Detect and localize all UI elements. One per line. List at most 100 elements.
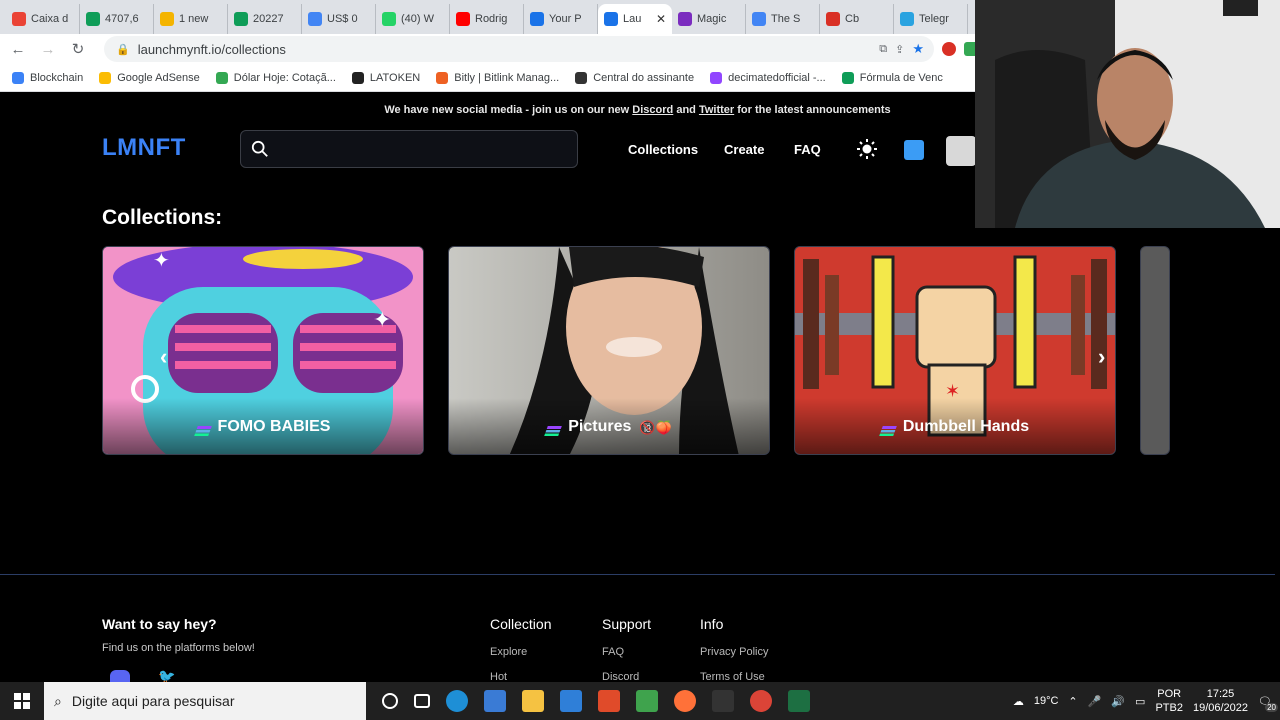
clock-time: 17:25	[1206, 688, 1235, 700]
tab-favicon-icon	[308, 12, 322, 26]
share-icon[interactable]: ⇪	[895, 43, 904, 56]
tab-favicon-icon	[234, 12, 248, 26]
browser-tab[interactable]: Lau ✕	[598, 4, 672, 34]
footer-link-explore[interactable]: Explore	[490, 646, 527, 658]
chrome-icon[interactable]	[750, 690, 772, 712]
windows-start-icon[interactable]	[0, 682, 44, 720]
mail-icon[interactable]	[560, 690, 582, 712]
collection-card[interactable]: ✦ ✦ FOMO BABIES	[102, 246, 424, 455]
bookmark-label: Central do assinante	[593, 71, 695, 84]
edge-icon[interactable]	[446, 690, 468, 712]
browser-tab[interactable]: Your P	[524, 4, 598, 34]
bookmark-item[interactable]: Central do assinante	[575, 71, 695, 84]
search-input[interactable]	[277, 141, 557, 157]
carousel-prev-icon[interactable]: ‹	[160, 344, 167, 370]
browser-tab[interactable]: 20227	[228, 4, 302, 34]
bookmark-item[interactable]: Google AdSense	[99, 71, 200, 84]
twitter-link[interactable]: Twitter	[699, 104, 734, 116]
sun-icon[interactable]	[857, 139, 877, 159]
firefox-icon[interactable]	[674, 690, 696, 712]
file-explorer-icon[interactable]	[522, 690, 544, 712]
tab-favicon-icon	[604, 12, 618, 26]
collection-label: Dumbbell Hands	[795, 398, 1115, 454]
chevron-up-icon[interactable]: ⌃	[1068, 695, 1077, 708]
tab-label: US$ 0	[327, 13, 358, 25]
browser-tab[interactable]: 4707,6	[80, 4, 154, 34]
language-indicator[interactable]: POR PTB2	[1155, 687, 1183, 715]
collection-card[interactable]: ✶ Dumbbell Hands	[794, 246, 1116, 455]
bookmark-label: Blockchain	[30, 71, 84, 84]
footer-link-faq[interactable]: FAQ	[602, 646, 624, 658]
browser-tab[interactable]: Rodrig	[450, 4, 524, 34]
cortana-icon[interactable]	[382, 693, 398, 709]
app-icon[interactable]	[712, 690, 734, 712]
bookmark-label: LATOKEN	[369, 71, 421, 84]
footer-info-title: Info	[700, 616, 724, 632]
excel-icon[interactable]	[788, 690, 810, 712]
bookmark-item[interactable]: decimatedofficial -...	[710, 71, 826, 84]
browser-tab[interactable]: The S	[746, 4, 820, 34]
browser-tab[interactable]: (40) W	[376, 4, 450, 34]
collection-card[interactable]	[1140, 246, 1170, 455]
bookmark-item[interactable]: Fórmula de Venc	[841, 71, 943, 84]
lock-icon: 🔒	[116, 43, 130, 56]
bookmark-item[interactable]: Dólar Hoje: Cotaçã...	[215, 71, 336, 84]
microphone-icon[interactable]: 🎤	[1088, 695, 1102, 708]
taskbar-search[interactable]: ⌕ Digite aqui para pesquisar	[44, 682, 366, 720]
tab-label: Magic	[697, 13, 727, 25]
tab-label: Rodrig	[475, 13, 508, 25]
footer-hey-subtitle: Find us on the platforms below!	[102, 642, 255, 654]
bookmark-label: Dólar Hoje: Cotaçã...	[233, 71, 336, 84]
avatar[interactable]	[946, 136, 976, 166]
collection-card[interactable]: Pictures 🔞🍑	[448, 246, 770, 455]
camtasia-icon[interactable]	[636, 690, 658, 712]
bookmark-star-icon[interactable]: ★	[912, 41, 924, 57]
browser-tab[interactable]: 1 new	[154, 4, 228, 34]
collection-label: Pictures 🔞🍑	[449, 398, 769, 454]
announcement-text: We have new social media - join us on ou…	[384, 104, 633, 116]
wallet-button[interactable]	[904, 140, 924, 160]
browser-tab[interactable]: Cb	[820, 4, 894, 34]
bookmark-item[interactable]: Bitly | Bitlink Manag...	[436, 71, 559, 84]
bookmark-item[interactable]: Blockchain	[12, 71, 84, 84]
discord-icon[interactable]	[110, 670, 130, 682]
taskbar-search-placeholder: Digite aqui para pesquisar	[71, 693, 235, 709]
collection-label: FOMO BABIES	[103, 398, 423, 454]
store-icon[interactable]	[484, 690, 506, 712]
nav-create[interactable]: Create	[724, 142, 764, 157]
tab-favicon-icon	[382, 12, 396, 26]
address-bar[interactable]: 🔒 launchmynft.io/collections ⧉ ⇪ ★	[104, 36, 934, 62]
weather-temp[interactable]: 19°C	[1034, 695, 1059, 707]
collection-emoji: 🔞🍑	[639, 420, 672, 435]
extension-icon[interactable]	[942, 42, 956, 56]
translate-icon[interactable]: ⧉	[879, 43, 887, 56]
browser-tab[interactable]: Telegr	[894, 4, 968, 34]
reload-icon[interactable]: ↻	[66, 40, 90, 58]
tab-label: 4707,6	[105, 13, 139, 25]
footer-link-privacy[interactable]: Privacy Policy	[700, 646, 768, 658]
clock[interactable]: 17:25 19/06/2022	[1193, 687, 1248, 715]
browser-tab[interactable]: US$ 0	[302, 4, 376, 34]
back-icon[interactable]: ←	[6, 41, 30, 58]
nav-collections[interactable]: Collections	[628, 142, 698, 157]
task-view-icon[interactable]	[414, 694, 430, 708]
network-icon[interactable]: ▭	[1135, 695, 1145, 708]
browser-tab[interactable]: Caixa d	[6, 4, 80, 34]
bookmark-item[interactable]: LATOKEN	[351, 71, 421, 84]
volume-icon[interactable]: 🔊	[1111, 695, 1125, 708]
tab-favicon-icon	[12, 12, 26, 26]
notification-icon[interactable]: 🗨 20	[1258, 695, 1278, 712]
search-box[interactable]	[240, 130, 578, 168]
notification-count: 20	[1265, 702, 1278, 712]
app-icon[interactable]	[598, 690, 620, 712]
weather-icon: ☁	[1012, 695, 1024, 708]
site-logo[interactable]: LMNFT	[102, 134, 186, 162]
carousel-next-icon[interactable]: ›	[1098, 344, 1105, 370]
browser-tab[interactable]: Magic	[672, 4, 746, 34]
tab-label: 20227	[253, 13, 284, 25]
nav-faq[interactable]: FAQ	[794, 142, 821, 157]
close-icon[interactable]: ✕	[656, 12, 666, 26]
tab-favicon-icon	[456, 12, 470, 26]
discord-link[interactable]: Discord	[632, 104, 673, 116]
forward-icon[interactable]: →	[36, 41, 60, 58]
